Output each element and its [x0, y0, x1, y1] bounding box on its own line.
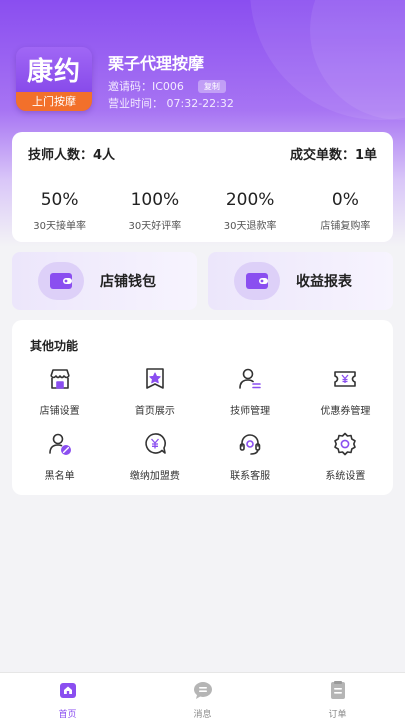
invite-code-row: 邀请码： IC006 复制 [108, 78, 226, 94]
func-technician-management[interactable]: 技师管理 [203, 366, 298, 417]
revenue-report-button[interactable]: 收益报表 [208, 252, 393, 310]
hours-value: 07:32-22:32 [166, 97, 234, 110]
order-count-label: 成交单数： [289, 147, 355, 163]
func-label: 技师管理 [230, 406, 271, 417]
stat-value: 200% [225, 190, 275, 210]
message-icon [193, 680, 213, 704]
invite-label: 邀请码： [108, 80, 152, 93]
func-homepage-display[interactable]: 首页展示 [107, 366, 202, 417]
store-icon [47, 366, 73, 396]
bottom-tab-bar: 首页 消息 订单 [0, 672, 405, 720]
logo-main-text: 康约 [26, 57, 81, 87]
stat-value: 0% [331, 190, 359, 210]
tab-label: 首页 [58, 710, 77, 720]
technician-count: 技师人数：4人 [28, 144, 115, 163]
tab-home[interactable]: 首页 [0, 673, 135, 720]
shop-wallet-button[interactable]: 店铺钱包 [12, 252, 197, 310]
copy-button[interactable]: 复制 [197, 79, 226, 93]
tab-messages[interactable]: 消息 [135, 673, 270, 720]
stat-accept-rate[interactable]: 50% 30天接单率 [12, 190, 107, 232]
star-frame-icon [142, 366, 168, 396]
func-label: 缴纳加盟费 [129, 471, 180, 482]
stats-summary: 技师人数：4人 成交单数：1单 [12, 132, 393, 174]
revenue-report-label: 收益报表 [296, 274, 352, 290]
wallet-icon [234, 262, 280, 300]
stat-value: 50% [40, 190, 79, 210]
func-contact-support[interactable]: 联系客服 [203, 431, 298, 482]
func-label: 首页展示 [134, 406, 175, 417]
brand-logo: 康约 上门按摩 [16, 47, 92, 111]
yuan-chat-icon [142, 431, 168, 461]
order-count-value: 1单 [354, 147, 377, 163]
other-functions-title: 其他功能 [30, 339, 79, 353]
func-label: 优惠券管理 [320, 406, 371, 417]
technician-count-value: 4人 [93, 147, 116, 163]
headset-icon [237, 431, 263, 461]
shop-wallet-label: 店铺钱包 [100, 274, 156, 290]
wallet-icon [38, 262, 84, 300]
func-label: 店铺设置 [39, 406, 80, 417]
func-label: 系统设置 [325, 471, 366, 482]
shop-name: 栗子代理按摩 [108, 54, 205, 73]
gear-icon [332, 431, 358, 461]
tab-label: 消息 [193, 710, 212, 720]
order-count: 成交单数：1单 [290, 144, 377, 163]
home-icon [58, 680, 78, 704]
technician-count-label: 技师人数： [28, 147, 94, 163]
invite-code: IC006 [152, 79, 184, 93]
stat-repurchase-rate[interactable]: 0% 店铺复购率 [298, 190, 393, 232]
stat-label: 30天接单率 [33, 221, 86, 232]
stat-value: 100% [130, 190, 180, 210]
other-functions-card: 其他功能 店铺设置 首页展示 技师管理 优惠券管理 黑名单 缴纳加盟费 联系客服… [12, 320, 393, 495]
func-blacklist[interactable]: 黑名单 [12, 431, 107, 482]
tab-orders[interactable]: 订单 [270, 673, 405, 720]
hours-label: 营业时间： [108, 97, 163, 110]
coupon-icon [332, 366, 358, 396]
logo-sub-text: 上门按摩 [16, 92, 92, 111]
user-block-icon [47, 431, 73, 461]
func-system-settings[interactable]: 系统设置 [298, 431, 393, 482]
func-coupon-management[interactable]: 优惠券管理 [298, 366, 393, 417]
func-label: 联系客服 [230, 471, 271, 482]
stat-refund-rate[interactable]: 200% 30天退款率 [203, 190, 298, 232]
stat-label: 30天好评率 [128, 221, 182, 232]
stats-grid: 50% 30天接单率 100% 30天好评率 200% 30天退款率 0% 店铺… [12, 190, 393, 232]
stat-label: 30天退款率 [223, 221, 277, 232]
tab-label: 订单 [328, 710, 347, 720]
user-list-icon [237, 366, 263, 396]
functions-grid: 店铺设置 首页展示 技师管理 优惠券管理 黑名单 缴纳加盟费 联系客服 系统设置 [12, 366, 393, 482]
func-pay-franchise-fee[interactable]: 缴纳加盟费 [107, 431, 202, 482]
func-store-settings[interactable]: 店铺设置 [12, 366, 107, 417]
stats-card: 技师人数：4人 成交单数：1单 50% 30天接单率 100% 30天好评率 2… [12, 132, 393, 242]
business-hours-row: 营业时间： 07:32-22:32 [108, 95, 234, 111]
stat-label: 店铺复购率 [320, 221, 371, 232]
stat-positive-rate[interactable]: 100% 30天好评率 [107, 190, 202, 232]
order-icon [328, 680, 348, 704]
func-label: 黑名单 [44, 471, 75, 482]
